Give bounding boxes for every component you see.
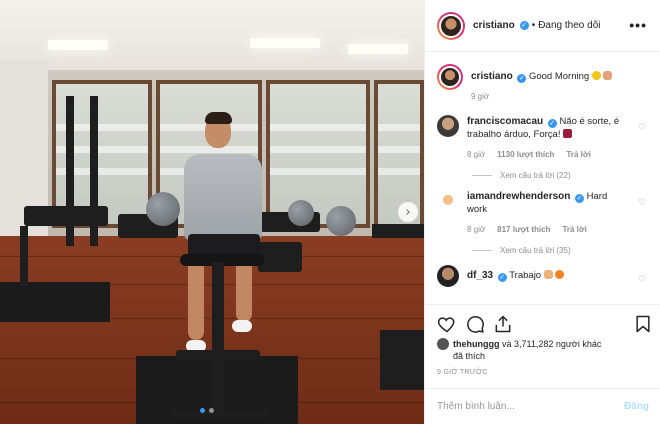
photo-bike-frame	[212, 262, 224, 412]
photo-ceiling	[0, 0, 424, 78]
caption: cristiano ✓ Good Morning 9 giờ	[437, 64, 649, 103]
caption-time: 9 giờ	[471, 92, 490, 101]
photo-person	[184, 154, 262, 240]
comment-username[interactable]: df_33	[467, 270, 493, 281]
add-comment-bar: Đăng	[425, 388, 660, 424]
photo-window	[266, 80, 370, 228]
comment-icon[interactable]	[465, 314, 485, 334]
comments-list[interactable]: cristiano ✓ Good Morning 9 giờ francisco…	[425, 52, 660, 304]
like-comment-heart-icon[interactable]: ♡	[638, 275, 647, 284]
avatar[interactable]	[437, 190, 459, 212]
photo-mat	[0, 282, 110, 322]
photo-ceiling-light	[250, 38, 320, 48]
post-photo[interactable]: ›	[0, 0, 424, 424]
bookmark-icon[interactable]	[633, 314, 653, 334]
avatar[interactable]	[437, 11, 465, 40]
fire-emoji-icon	[555, 270, 565, 279]
carousel-dot	[200, 408, 205, 413]
verified-icon: ✓	[497, 273, 507, 282]
post-comment-button[interactable]: Đăng	[624, 401, 649, 412]
photo-ceiling-light	[48, 40, 108, 50]
carousel-dots	[200, 408, 214, 413]
reply-button[interactable]: Trả lời	[562, 223, 586, 236]
comment-item: df_33 ✓ Trabajo ♡	[437, 265, 649, 287]
reply-button[interactable]: Trả lời	[566, 148, 590, 161]
photo-shoe	[232, 320, 252, 332]
comment-username[interactable]: iamandrewhenderson	[467, 191, 570, 202]
view-replies-label: Xem câu trả lời (22)	[500, 171, 571, 180]
comment-likes[interactable]: 817 lượt thích	[497, 223, 550, 236]
comment-text: Trabajo	[509, 270, 542, 281]
verified-icon: ✓	[547, 119, 557, 128]
follow-status-button[interactable]: Đang theo dõi	[538, 20, 600, 31]
view-replies-label: Xem câu trả lời (35)	[500, 246, 571, 255]
photo-machine	[380, 330, 424, 390]
comment-time: 8 giờ	[467, 150, 486, 159]
photo-bike-base	[176, 350, 260, 360]
view-replies-button[interactable]: Xem câu trả lời (35)	[472, 246, 649, 255]
next-photo-button[interactable]: ›	[398, 202, 418, 222]
comment-username[interactable]: franciscomacau	[467, 116, 543, 127]
avatar[interactable]	[437, 115, 459, 137]
header-username[interactable]: cristiano	[473, 20, 515, 31]
post-header: cristiano ✓ • Đang theo dõi •••	[425, 0, 660, 52]
post-side-panel: cristiano ✓ • Đang theo dõi ••• cristian…	[424, 0, 660, 424]
like-comment-heart-icon[interactable]: ♡	[638, 123, 647, 132]
header-separator: •	[531, 20, 536, 31]
verified-icon: ✓	[575, 194, 584, 203]
liker-username[interactable]: thehunggg	[453, 339, 500, 349]
avatar[interactable]	[437, 265, 459, 287]
carousel-dot	[209, 408, 214, 413]
caption-text: Good Morning	[528, 71, 590, 82]
flexed-arm-emoji-icon	[543, 270, 553, 279]
photo-person-leg	[236, 258, 252, 322]
comment-item: franciscomacau ✓ Não é sorte, é trabalho…	[437, 115, 649, 161]
more-icon[interactable]: •••	[629, 17, 647, 33]
view-replies-button[interactable]: Xem câu trả lời (22)	[472, 171, 649, 180]
comment-likes[interactable]: 1130 lượt thích	[497, 148, 554, 161]
flexed-arm-emoji-icon	[563, 129, 573, 138]
photo-person-leg	[188, 258, 204, 340]
smile-emoji-icon	[591, 71, 601, 80]
photo-person-hair	[205, 112, 232, 124]
photo-ceiling-light	[348, 44, 408, 54]
comment-input[interactable]	[437, 401, 624, 412]
ok-hand-emoji-icon	[603, 71, 613, 80]
like-comment-heart-icon[interactable]: ♡	[638, 198, 647, 207]
photo-machine	[372, 224, 424, 238]
photo-exercise-ball	[146, 192, 180, 226]
likes-suffix: đã thích	[453, 351, 486, 361]
caption-username[interactable]: cristiano	[471, 71, 513, 82]
verified-icon: ✓	[519, 21, 529, 30]
verified-icon: ✓	[517, 74, 527, 83]
avatar[interactable]	[437, 64, 463, 90]
likes-summary: thehunggg và 3,711,282 người khác đã thí…	[437, 338, 657, 362]
photo-bench	[258, 242, 302, 272]
photo-bench	[24, 206, 108, 226]
chevron-right-icon: ›	[405, 204, 411, 220]
photo-bike-base	[170, 410, 270, 418]
photo-machine	[20, 226, 28, 286]
post-actions	[425, 304, 660, 340]
photo-exercise-ball	[288, 200, 314, 226]
heart-icon[interactable]	[437, 314, 457, 334]
share-icon[interactable]	[493, 314, 513, 334]
photo-exercise-ball	[326, 206, 356, 236]
likes-count[interactable]: và 3,711,282 người khác	[502, 339, 601, 349]
post-time[interactable]: 9 GIỜ TRƯỚC	[437, 369, 488, 376]
comment-time: 8 giờ	[467, 225, 486, 234]
avatar[interactable]	[437, 338, 449, 350]
comment-item: iamandrewhenderson ✓ Hard work 8 giờ 817…	[437, 190, 649, 236]
